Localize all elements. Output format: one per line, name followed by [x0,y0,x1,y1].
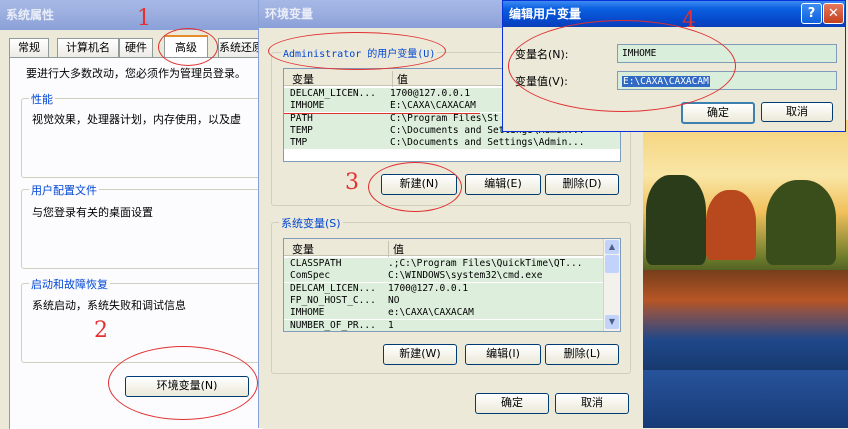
system-vars-header: 变量 值 [284,239,620,257]
variable-value-cell: e:\CAXA\CAXACAM [388,307,474,319]
env-title: 环境变量 [265,7,314,21]
desktop-wallpaper [636,120,848,428]
variable-name-cell: TEMP [290,124,313,136]
user-delete-button[interactable]: 删除(D) [545,174,619,195]
close-button[interactable]: ✕ [823,3,844,24]
variable-name-cell: CLASSPATH [290,258,342,269]
tree-silhouette [646,175,706,265]
variable-name-cell: DELCAM_LICEN... [290,282,376,294]
env-cancel-button[interactable]: 取消 [555,393,629,414]
scroll-down-icon[interactable]: ▼ [605,315,619,329]
tab-general[interactable]: 常规 [9,38,49,57]
list-item[interactable]: DELCAM_LICEN... 1700@127.0.0.1 [284,282,620,295]
list-item[interactable]: ComSpec C:\WINDOWS\system32\cmd.exe [284,270,620,283]
performance-group [21,98,273,178]
variable-name-cell: IMHOME [290,307,325,319]
system-properties-title: 系统属性 [6,8,55,22]
annotation-step-3: 3 [345,170,359,195]
col-variable[interactable]: 变量 [292,241,314,257]
edit-ok-button[interactable]: 确定 [681,102,755,124]
admin-intro-text: 要进行大多数改动，您必须作为管理员登录。 [26,67,246,80]
env-ok-button[interactable]: 确定 [475,393,549,414]
tab-computer-name[interactable]: 计算机名 [57,38,119,57]
performance-label: 性能 [29,91,55,107]
system-properties-titlebar[interactable]: 系统属性 [0,0,262,30]
system-vars-list[interactable]: 变量 值 CLASSPATH .;C:\Program Files\QuickTi… [283,238,621,332]
variable-value-cell: .;C:\Program Files\QuickTime\QT... [388,258,583,269]
list-item[interactable]: FP_NO_HOST_C... NO [284,294,620,307]
help-button[interactable]: ? [801,3,822,24]
variable-name-cell: FP_NO_HOST_C... [290,294,376,306]
variable-value-cell: NO [388,294,400,306]
variable-name-cell: PATH [290,112,313,124]
variable-name-cell: NUMBER_OF_PR... [290,319,376,331]
edit-var-titlebar[interactable]: 编辑用户变量 [503,1,845,27]
startup-recovery-text: 系统启动，系统失败和调试信息 [32,299,186,312]
tab-hardware[interactable]: 硬件 [119,38,153,57]
scroll-up-icon[interactable]: ▲ [605,240,619,254]
variable-name-cell: ComSpec [290,270,331,282]
col-value[interactable]: 值 [388,241,404,257]
annotation-ellipse-env-button [108,346,258,420]
variable-value-cell: C:\WINDOWS\system32\cmd.exe [388,270,543,282]
list-item[interactable]: CLASSPATH .;C:\Program Files\QuickTime\QT… [284,258,620,270]
list-item[interactable]: IMHOME e:\CAXA\CAXACAM [284,307,620,320]
startup-recovery-label: 启动和故障恢复 [29,276,110,292]
system-new-button[interactable]: 新建(W) [383,344,457,365]
annotation-ellipse-edit-fields [508,20,736,112]
scroll-thumb[interactable] [605,255,619,273]
col-value[interactable]: 值 [392,71,408,87]
variable-name-cell: TMP [290,137,308,149]
list-item[interactable]: NUMBER_OF_PR... 1 [284,319,620,331]
performance-text: 视觉效果，处理器计划，内存使用，以及虚 [32,113,241,126]
variable-name-cell: IMHOME [290,100,325,112]
system-vars-scrollbar[interactable]: ▲ ▼ [603,239,620,331]
system-vars-label: 系统变量(S) [279,215,343,231]
tree-silhouette-2 [766,180,836,265]
variable-name-cell: DELCAM_LICEN... [290,88,376,99]
user-profile-group [21,189,273,269]
system-delete-button[interactable]: 删除(L) [545,344,619,365]
annotation-ellipse-user-vars-label [268,32,446,70]
list-item[interactable]: TMP C:\Documents and Settings\Admin... [284,137,620,150]
annotation-step-2: 2 [94,318,108,343]
annotation-ellipse-new-button [368,162,462,212]
water-reflection [636,270,848,370]
variable-value-cell: 1700@127.0.0.1 [388,282,469,294]
col-variable[interactable]: 变量 [292,71,314,87]
edit-var-title: 编辑用户变量 [509,7,582,21]
annotation-ellipse-advanced-tab [158,28,218,66]
user-edit-button[interactable]: 编辑(E) [465,174,541,195]
annotation-step-1: 1 [137,6,151,31]
system-edit-button[interactable]: 编辑(I) [465,344,541,365]
autumn-tree [706,190,756,260]
edit-cancel-button[interactable]: 取消 [761,102,833,122]
variable-value-cell: 1 [388,319,394,331]
user-profile-label: 用户配置文件 [29,182,99,198]
variable-value-cell: C:\Documents and Settings\Admin... [390,137,585,149]
annotation-underline-imhome [284,113,480,114]
user-profile-text: 与您登录有关的桌面设置 [32,206,153,219]
